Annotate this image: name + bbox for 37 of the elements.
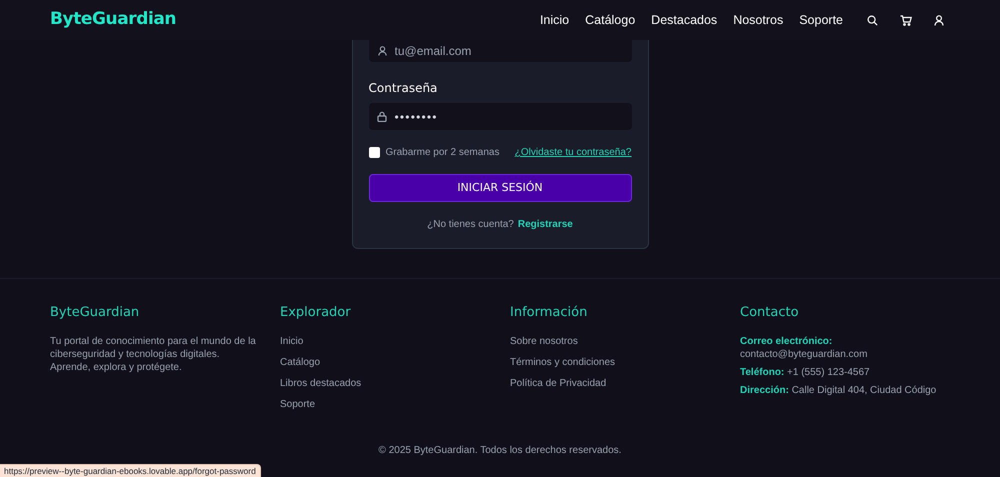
footer-link[interactable]: Soporte [280, 398, 490, 410]
signup-prompt: ¿No tienes cuenta? [427, 218, 514, 232]
footer-link[interactable]: Inicio [280, 334, 490, 348]
footer-link[interactable]: Política de Privacidad [510, 376, 720, 390]
footer-description: Tu portal de conocimiento para el mundo de la ciberseguridad y tecnologías digitales. Aprende, explora y protégete. [50, 334, 257, 374]
user-icon [378, 46, 386, 56]
footer-link[interactable]: Catálogo [280, 356, 490, 368]
signup-link[interactable]: Registrarse [518, 217, 573, 232]
cart-icon[interactable] [900, 14, 912, 26]
forgot-password-link[interactable]: ¿Olvidaste tu contraseña? [514, 145, 632, 160]
remember-label: Grabarme por 2 semanas [386, 146, 500, 160]
nav-link[interactable]: Inicio [540, 10, 570, 30]
password-field[interactable]: •••••••• [368, 103, 632, 130]
footer-heading: Contacto [740, 304, 800, 322]
password-label: Contraseña [368, 80, 438, 97]
nav-link[interactable]: Destacados [651, 10, 718, 30]
email-field[interactable]: tu@email.com [368, 40, 632, 62]
status-bar-url: https://preview--byte-guardian-ebooks.lovable.app/forgot-password [0, 464, 261, 477]
user-icon[interactable] [934, 14, 944, 26]
logo[interactable]: ByteGuardian [50, 7, 176, 33]
login-button[interactable]: INICIAR SESIÓN [368, 174, 632, 202]
contact-detail: Teléfono: +1 (555) 123-4567 [740, 366, 871, 378]
footer-link[interactable]: Sobre nosotros [510, 334, 720, 348]
footer-heading: ByteGuardian [50, 304, 140, 322]
contact-detail: Dirección: Calle Digital 404, Ciudad Código [740, 384, 938, 396]
search-icon[interactable] [867, 14, 878, 26]
lock-icon [376, 111, 386, 122]
nav-link[interactable]: Soporte [799, 10, 843, 30]
contact-detail: Correo electrónico: contacto@byteguardian.com [740, 334, 868, 360]
footer-link[interactable]: Términos y condiciones [510, 356, 720, 368]
footer-link[interactable]: Libros destacados [280, 376, 490, 390]
remember-checkbox[interactable] [368, 147, 380, 158]
footer-heading: Información [510, 304, 588, 322]
nav-link[interactable]: Catálogo [585, 10, 636, 30]
copyright-text: © 2025 ByteGuardian. Todos los derechos reservados. [378, 444, 622, 458]
footer-heading: Explorador [280, 304, 352, 322]
nav-link[interactable]: Nosotros [733, 10, 784, 30]
